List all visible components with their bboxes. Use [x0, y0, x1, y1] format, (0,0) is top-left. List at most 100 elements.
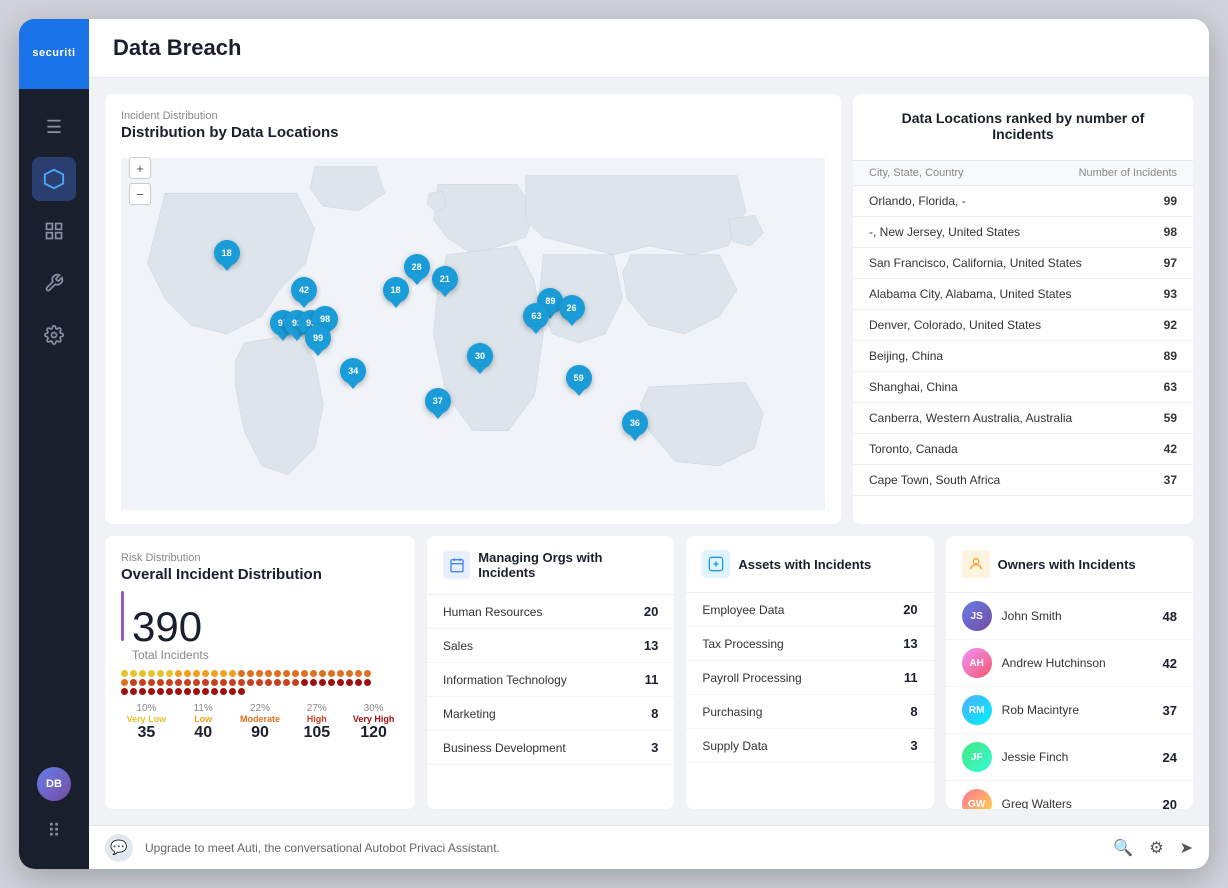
risk-dot: [328, 679, 335, 686]
sidebar-item-menu[interactable]: ☰: [32, 105, 76, 149]
risk-stat-item: 30% Very High 120: [348, 703, 399, 742]
location-row: Canberra, Western Australia, Australia59: [853, 403, 1193, 434]
risk-dot: [130, 670, 137, 677]
filter-button[interactable]: ⚙: [1149, 838, 1163, 858]
risk-dot: [355, 670, 362, 677]
list-item: Business Development3: [427, 731, 674, 765]
owner-count: 20: [1163, 797, 1177, 810]
risk-dot: [292, 679, 299, 686]
sidebar-item-settings[interactable]: [32, 313, 76, 357]
user-avatar[interactable]: DB: [37, 767, 71, 801]
logo[interactable]: securiti: [19, 19, 89, 89]
sidebar-item-apps[interactable]: ⠿: [32, 809, 76, 853]
risk-dot: [355, 679, 362, 686]
risk-dot: [184, 670, 191, 677]
owner-count: 24: [1163, 750, 1177, 765]
locations-header: Data Locations ranked by number of Incid…: [853, 94, 1193, 160]
assets-header: Assets with Incidents: [686, 536, 933, 593]
export-button[interactable]: ➤: [1180, 838, 1193, 858]
risk-dot: [175, 688, 182, 695]
owners-title: Owners with Incidents: [998, 557, 1136, 572]
map-pin[interactable]: 18: [383, 277, 409, 303]
map-pin[interactable]: 21: [432, 266, 458, 292]
managing-orgs-list: Human Resources20Sales13Information Tech…: [427, 595, 674, 765]
top-row: Incident Distribution Distribution by Da…: [105, 94, 1193, 524]
risk-dot: [283, 670, 290, 677]
risk-dot: [265, 670, 272, 677]
owner-name: Andrew Hutchinson: [1002, 656, 1153, 670]
managing-orgs-title: Managing Orgs with Incidents: [478, 550, 658, 580]
risk-dot: [202, 688, 209, 695]
risk-dot: [247, 679, 254, 686]
location-row: -, New Jersey, United States98: [853, 217, 1193, 248]
map-pin[interactable]: 63: [523, 303, 549, 329]
managing-orgs-icon: [443, 551, 470, 579]
location-row: Shanghai, China63: [853, 372, 1193, 403]
list-item: Tax Processing13: [686, 627, 933, 661]
sidebar-item-tools[interactable]: [32, 261, 76, 305]
owner-row: JF Jessie Finch 24: [946, 734, 1193, 781]
map-pin[interactable]: 99: [305, 325, 331, 351]
risk-dot: [274, 670, 281, 677]
location-name: Shanghai, China: [869, 380, 958, 394]
risk-card: Risk Distribution Overall Incident Distr…: [105, 536, 415, 809]
map-pin[interactable]: 36: [622, 410, 648, 436]
owners-icon: [962, 550, 990, 578]
risk-dot: [364, 670, 371, 677]
risk-stat-item: 22% Moderate 90: [235, 703, 286, 742]
owner-avatar: JS: [962, 601, 992, 631]
risk-dot: [220, 679, 227, 686]
risk-dot: [238, 670, 245, 677]
map-pin[interactable]: 18: [214, 240, 240, 266]
sidebar-item-dashboard[interactable]: [32, 209, 76, 253]
list-item: Employee Data20: [686, 593, 933, 627]
location-name: Alabama City, Alabama, United States: [869, 287, 1072, 301]
map-pin[interactable]: 30: [467, 343, 493, 369]
map-label: Incident Distribution: [121, 110, 825, 122]
location-name: Cape Town, South Africa: [869, 473, 1000, 487]
owners-card: Owners with Incidents JS John Smith 48 A…: [946, 536, 1193, 809]
risk-dot: [364, 679, 371, 686]
map-pins: 184297929398992818213037348926635936: [121, 149, 825, 519]
location-name: Orlando, Florida, -: [869, 194, 966, 208]
location-row: Alabama City, Alabama, United States93: [853, 279, 1193, 310]
locations-list: Orlando, Florida, -99-, New Jersey, Unit…: [853, 186, 1193, 496]
risk-dot: [301, 679, 308, 686]
risk-dot: [193, 670, 200, 677]
location-row: Orlando, Florida, -99: [853, 186, 1193, 217]
risk-dot: [202, 679, 209, 686]
managing-orgs-card: Managing Orgs with Incidents Human Resou…: [427, 536, 674, 809]
locations-title: Data Locations ranked by number of Incid…: [869, 110, 1177, 142]
risk-dot: [247, 670, 254, 677]
dot-grid: [121, 670, 399, 695]
risk-dot: [328, 670, 335, 677]
risk-number: 390 Total Incidents: [132, 606, 209, 662]
search-button[interactable]: 🔍: [1113, 838, 1133, 858]
map-pin[interactable]: 28: [404, 254, 430, 280]
risk-dot: [229, 679, 236, 686]
sidebar-item-shield[interactable]: [32, 157, 76, 201]
location-row: Beijing, China89: [853, 341, 1193, 372]
map-pin[interactable]: 42: [291, 277, 317, 303]
map-pin[interactable]: 26: [559, 295, 585, 321]
risk-stat-item: 27% High 105: [291, 703, 342, 742]
sidebar-nav: ☰: [32, 89, 76, 767]
risk-dot: [202, 670, 209, 677]
col-incidents: Number of Incidents: [1079, 167, 1177, 179]
risk-dot: [229, 688, 236, 695]
main-content: Data Breach Incident Distribution Distri…: [89, 19, 1209, 869]
map-pin[interactable]: 34: [340, 358, 366, 384]
location-count: 92: [1164, 318, 1177, 332]
risk-dot: [184, 688, 191, 695]
map-pin[interactable]: 59: [566, 365, 592, 391]
owner-row: JS John Smith 48: [946, 593, 1193, 640]
risk-dot: [310, 679, 317, 686]
risk-dot: [211, 679, 218, 686]
location-row: San Francisco, California, United States…: [853, 248, 1193, 279]
map-pin[interactable]: 37: [425, 388, 451, 414]
location-row: Denver, Colorado, United States92: [853, 310, 1193, 341]
location-name: Beijing, China: [869, 349, 943, 363]
risk-dot: [292, 670, 299, 677]
map-card: Incident Distribution Distribution by Da…: [105, 94, 841, 524]
risk-dot: [166, 688, 173, 695]
